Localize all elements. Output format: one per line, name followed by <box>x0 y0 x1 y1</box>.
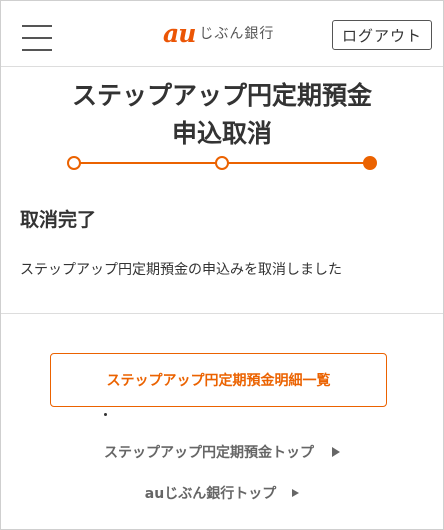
bank-top-link-label: auじぶん銀行トップ <box>144 486 277 502</box>
header: au じぶん銀行 ログアウト <box>1 1 443 67</box>
completion-heading: 取消完了 <box>20 209 97 231</box>
stray-dot <box>104 413 107 416</box>
menu-bar <box>22 49 52 51</box>
triangle-right-icon <box>292 489 300 497</box>
completion-message: ステップアップ円定期預金の申込みを取消しました <box>20 262 342 278</box>
deposit-top-link[interactable]: ステップアップ円定期預金トップ <box>1 441 443 463</box>
app-frame: au じぶん銀行 ログアウト ステップアップ円定期預金 申込取消 取消完了 ステ… <box>0 0 444 530</box>
menu-bar <box>22 37 52 39</box>
brand-logo[interactable]: au じぶん銀行 <box>163 21 274 47</box>
progress-step-1 <box>67 156 81 170</box>
triangle-right-icon <box>332 447 340 457</box>
menu-bar <box>22 25 52 27</box>
page-title: ステップアップ円定期預金 <box>71 81 372 110</box>
logo-mark: au <box>163 19 196 48</box>
deposit-top-link-label: ステップアップ円定期預金トップ <box>104 445 314 461</box>
hamburger-menu-icon[interactable] <box>22 25 52 51</box>
page-subtitle: 申込取消 <box>171 119 272 148</box>
progress-step-3 <box>363 156 377 170</box>
section-divider <box>1 313 443 314</box>
logo-text: じぶん銀行 <box>199 26 275 42</box>
deposit-statement-list-button[interactable]: ステップアップ円定期預金明細一覧 <box>50 353 387 407</box>
logout-button[interactable]: ログアウト <box>332 20 432 50</box>
step-progress <box>67 153 383 173</box>
progress-step-2 <box>215 156 229 170</box>
bank-top-link[interactable]: auじぶん銀行トップ <box>1 482 443 504</box>
